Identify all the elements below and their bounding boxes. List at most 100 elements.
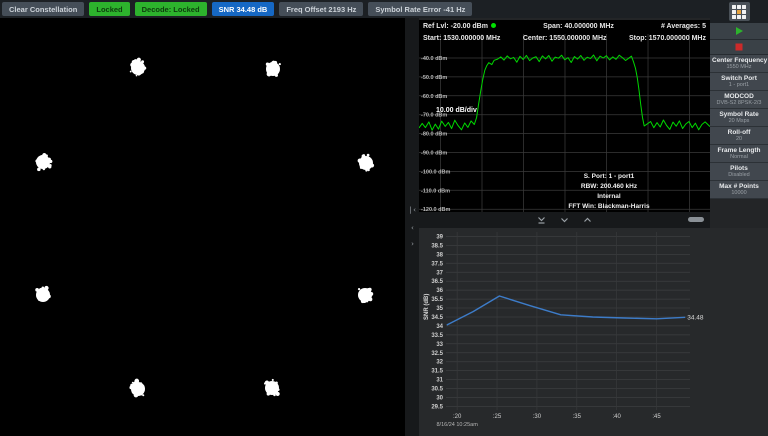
signal-analyzer-app: Clear Constellation Locked Decode: Locke… [0,0,768,436]
snr-chart-canvas: 3938.53837.53736.53635.53534.53433.53332… [419,228,768,436]
constellation-dot [358,158,362,162]
apps-grid-icon [732,5,746,19]
constellation-dot [276,66,279,69]
stop-button[interactable] [710,40,768,55]
toolbar: Clear Constellation Locked Decode: Locke… [0,0,710,18]
center-freq-label: Center: 1550.000000 MHz [523,33,607,44]
sidebar-item-value: 20 Msps [712,118,766,125]
constellation-dot [368,162,372,166]
constellation-dot [272,61,275,64]
constellation-plot [0,18,405,436]
sidebar-item-value: 1550 MHz [712,64,766,71]
y-axis-label: -60.0 dBm [421,94,447,100]
y-tick-label: 33 [436,342,443,348]
constellation-dot [140,382,142,384]
freq-offset-badge: Freq Offset 2193 Hz [279,2,363,16]
sidebar-item-roll-off[interactable]: Roll-off20 [710,127,768,145]
x-axis-date-label: 8/16/24 10:25am [437,422,479,428]
constellation-dot [358,288,360,290]
y-axis-label: -80.0 dBm [421,132,447,138]
y-axis-label: -40.0 dBm [421,56,447,62]
constellation-dot [268,68,270,70]
stop-freq-label: Stop: 1570.000000 MHz [629,33,706,44]
pane-resize-handle[interactable] [688,217,704,222]
x-tick-label: :40 [612,414,621,420]
constellation-dot [368,288,372,292]
sidebar-item-value: Disabled [712,172,766,179]
constellation-dot [368,293,370,295]
spectrum-info-line: FFT Win: Blackman-Harris [568,203,650,210]
y-tick-label: 31 [436,378,443,384]
spectrum-panel: -40.0 dBm-50.0 dBm-60.0 dBm-70.0 dBm-80.… [419,20,710,212]
constellation-dot [138,61,142,65]
spectrum-info-line: Internal [597,193,621,200]
constellation-dot [44,298,46,300]
sidebar: Center Frequency1550 MHzSwitch Port1 - p… [710,0,768,199]
apps-menu-button[interactable] [729,2,750,21]
constellation-dot [39,164,42,167]
collapse-down-icon[interactable] [536,216,547,225]
constellation-dot [134,379,139,384]
y-tick-label: 38.5 [431,243,443,249]
constellation-dot [42,153,46,157]
y-tick-label: 37.5 [431,261,443,267]
sidebar-item-pilots[interactable]: PilotsDisabled [710,163,768,181]
constellation-dot [132,60,136,64]
snr-badge: SNR 34.48 dB [212,2,275,16]
lock-status-badge: Locked [89,2,129,16]
sidebar-item-switch-port[interactable]: Switch Port1 - port1 [710,73,768,91]
chevron-left-icon[interactable]: ‹ [407,224,418,232]
constellation-point [129,379,145,398]
constellation-dot [130,71,132,73]
constellation-dot [276,70,278,72]
chevron-right-icon[interactable]: › [407,240,418,248]
constellation-dot [360,164,363,167]
pane-divider[interactable]: |‹ ‹ › [405,18,419,436]
constellation-dot [136,75,138,77]
y-tick-label: 35.5 [431,297,443,303]
snr-line [447,296,685,325]
sidebar-item-label: Pilots [712,165,766,173]
chevron-up-icon[interactable] [582,216,593,225]
constellation-dot [136,70,140,74]
y-tick-label: 33.5 [431,333,443,339]
constellation-point [264,379,280,396]
y-tick-label: 34 [436,324,443,330]
sidebar-item-symbol-rate[interactable]: Symbol Rate20 Msps [710,109,768,127]
y-axis-label: -50.0 dBm [421,75,447,81]
sidebar-item-label: Max # Points [712,183,766,191]
constellation-point [130,58,146,77]
y-axis-label: -90.0 dBm [421,151,447,157]
clear-constellation-button[interactable]: Clear Constellation [2,2,84,16]
constellation-point [266,61,281,77]
constellation-dot [265,380,269,384]
sidebar-item-frame-length[interactable]: Frame LengthNormal [710,145,768,163]
constellation-dot [142,394,144,396]
constellation-dot [35,160,38,163]
spectrum-controls-row [419,212,710,228]
db-per-div-label: 10.00 dB/div [436,107,477,114]
y-tick-label: 29.5 [431,404,443,410]
sidebar-item-label: Symbol Rate [712,111,766,119]
y-tick-label: 36 [436,288,443,294]
play-button[interactable] [710,23,768,40]
sidebar-header [710,0,768,23]
chevron-down-icon[interactable] [559,216,570,225]
y-axis-title: SNR (dB) [424,294,430,320]
sidebar-item-max-points[interactable]: Max # Points10000 [710,181,768,199]
constellation-dot [37,292,39,294]
constellation-dot [132,390,136,394]
constellation-dot [358,293,361,296]
averages-label: # Averages: 5 [661,21,706,32]
collapse-left-icon[interactable]: |‹ [407,206,418,214]
sidebar-item-modcod[interactable]: MODCODDVB-S2 8PSK-2/3 [710,91,768,109]
constellation-point [358,288,373,303]
sidebar-item-center-frequency[interactable]: Center Frequency1550 MHz [710,55,768,73]
play-icon [734,26,744,36]
y-tick-label: 32 [436,360,443,366]
y-tick-label: 38 [436,252,443,258]
constellation-dot [359,296,363,300]
sidebar-item-label: Switch Port [712,75,766,83]
x-tick-label: :35 [573,414,582,420]
constellation-dot [45,287,48,290]
